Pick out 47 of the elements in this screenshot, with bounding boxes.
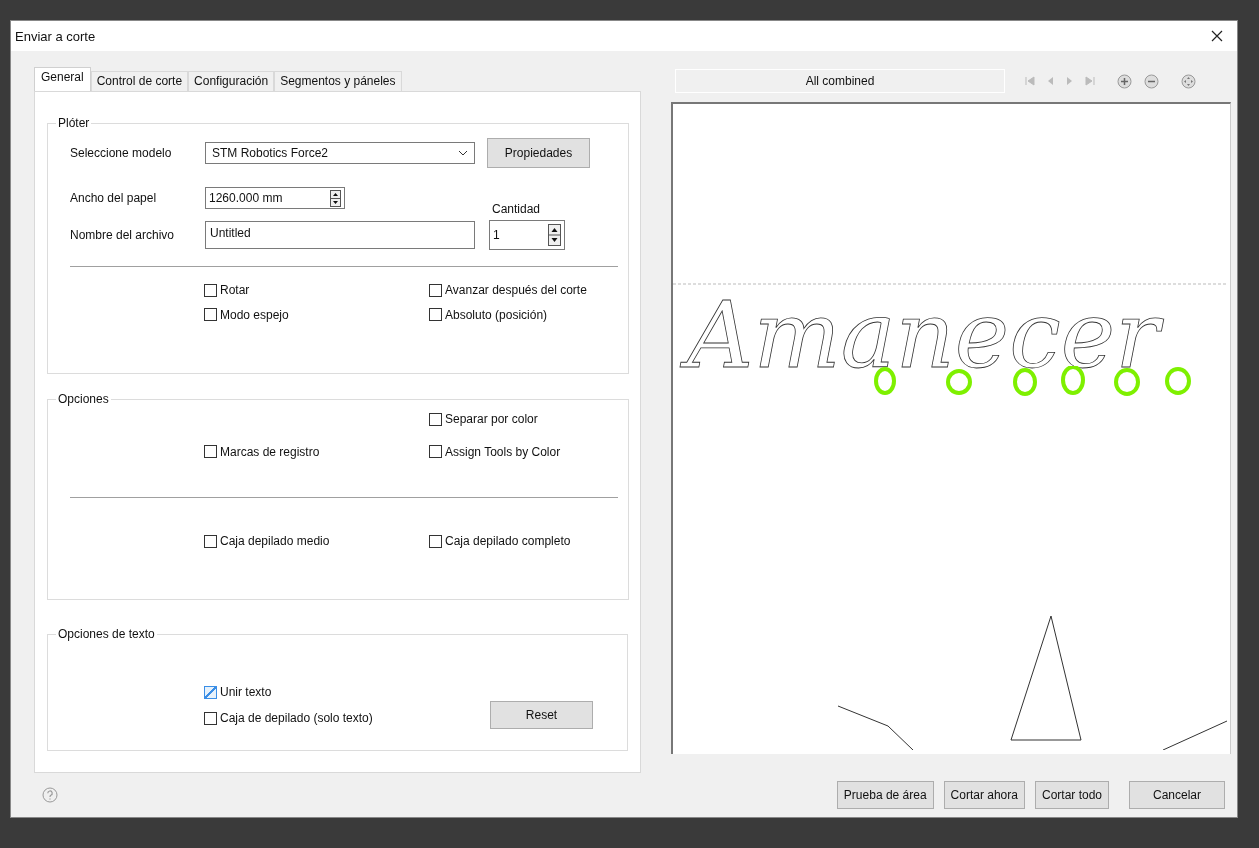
tab[interactable]: General [34,67,91,91]
paper-width-spinbox[interactable]: 1260.000 mm [205,187,345,209]
chevron-icon [458,150,468,156]
checkbox[interactable]: Caja depilado medio [204,534,330,548]
checkbox[interactable]: Absoluto (posición) [429,307,548,322]
reset-button[interactable]: Reset [490,701,593,729]
view-selector[interactable]: All combined [675,69,1005,93]
checkbox[interactable]: Caja de depilado (solo texto) [204,711,490,725]
group-title: Plóter [57,116,91,130]
quantity-spinbox[interactable]: 1 [489,220,565,250]
checkbox[interactable]: Rotar [204,283,250,297]
checkbox[interactable]: Avanzar después del corte [429,283,587,297]
last-page-icon[interactable] [1085,76,1095,86]
field-label: Ancho del papel [70,191,158,205]
checkbox[interactable]: Caja depilado completo [429,534,571,548]
model-dropdown[interactable]: STM Robotics Force2 [205,142,475,164]
help-icon[interactable] [42,787,58,803]
spin-arrows-icon [548,224,561,246]
properties-button[interactable]: Propiedades [487,138,590,168]
group-title: Opciones de texto [57,627,156,641]
first-page-icon[interactable] [1025,76,1035,86]
field-label: Seleccione modelo [70,146,173,160]
group-title: Opciones [57,392,110,406]
checkbox[interactable]: Marcas de registro [204,444,320,459]
spin-arrows-icon [330,189,341,207]
dialog-button[interactable]: Cancelar [1129,781,1225,809]
previous-icon[interactable] [1047,76,1054,86]
tab[interactable]: Segmentos y páneles [274,71,402,91]
checkbox[interactable]: Modo espejo [204,307,289,322]
window-title: Enviar a corte [15,28,96,44]
dialog-button[interactable]: Cortar todo [1034,781,1109,809]
dialog-button[interactable]: Cortar ahora [943,781,1025,809]
file-name-field[interactable]: Untitled [205,221,475,249]
tab[interactable]: Configuración [188,71,275,91]
dialog-button[interactable]: Prueba de área [836,781,934,809]
zoom-out-icon[interactable] [1144,73,1159,89]
next-icon[interactable] [1066,76,1073,86]
checkbox[interactable]: Unir texto [204,685,490,699]
zoom-in-icon[interactable] [1117,73,1132,89]
outlined-design-text: Amanecer [673,290,1176,382]
field-label: Nombre del archivo [70,228,176,242]
close-icon[interactable] [1211,30,1223,42]
field-label: Cantidad [492,202,541,216]
fit-view-icon[interactable] [1181,73,1196,89]
tab[interactable]: Control de corte [90,71,189,91]
checkbox[interactable]: Separar por color [429,412,538,426]
checkbox[interactable]: Assign Tools by Color [429,444,561,459]
